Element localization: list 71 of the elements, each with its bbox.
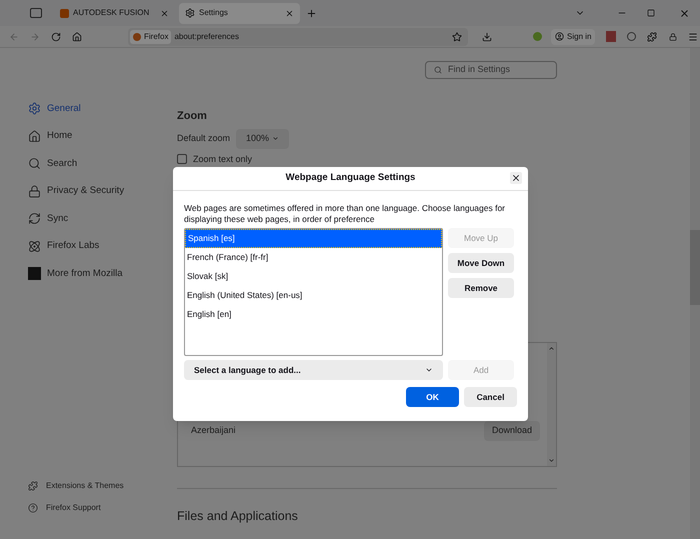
dialog-title: Webpage Language Settings — [286, 171, 416, 186]
search-icon — [434, 66, 442, 74]
browser-logo-icon — [133, 32, 141, 40]
checkbox-label: Zoom text only — [193, 152, 252, 166]
zoom-dropdown[interactable]: 100% — [236, 128, 290, 148]
tab-title: Settings — [199, 7, 229, 19]
atom-icon — [28, 240, 41, 253]
sidebar-item[interactable]: Search — [28, 150, 177, 178]
browser-tab[interactable]: AUTODESK FUSION — [54, 2, 175, 24]
language-name: Azerbaijani — [191, 424, 236, 437]
close-icon — [511, 173, 521, 183]
mozilla-logo-icon — [28, 267, 41, 280]
sync-icon — [28, 212, 41, 226]
sidebar-footer-link[interactable]: Extensions & Themes — [28, 479, 177, 493]
lock-icon[interactable] — [669, 32, 678, 40]
download-icon[interactable] — [482, 32, 492, 42]
sidebar-item[interactable]: General — [28, 95, 177, 122]
section-heading: Files and Applications — [177, 508, 299, 525]
sign-in-button[interactable]: Sign in — [551, 28, 596, 44]
url-text: about:preferences — [174, 30, 240, 42]
dialog-button[interactable]: OK — [406, 387, 459, 407]
close-icon[interactable] — [160, 8, 169, 18]
new-tab-icon[interactable] — [306, 8, 317, 18]
home-icon — [28, 130, 41, 143]
home-icon[interactable] — [72, 32, 82, 42]
browser-tab[interactable]: Settings — [179, 2, 300, 24]
language-item[interactable]: Slovak [sk] — [185, 267, 442, 286]
sidebar-item[interactable]: Sync — [28, 205, 177, 232]
language-item[interactable]: English [en] — [185, 305, 442, 324]
chevron-down-icon — [272, 135, 280, 142]
account-icon — [555, 32, 564, 41]
sidebar-item[interactable]: Privacy & Security — [28, 178, 177, 205]
puzzle-icon[interactable] — [647, 32, 658, 42]
tab-list-icon[interactable] — [30, 8, 42, 18]
search-icon — [28, 157, 41, 170]
download-button[interactable]: Download — [484, 420, 540, 440]
chevron-down-icon — [425, 366, 433, 374]
language-select[interactable]: Select a language to add... — [184, 360, 443, 380]
reload-icon[interactable] — [51, 32, 61, 42]
close-icon[interactable] — [285, 8, 294, 18]
bookmark-star-icon[interactable] — [452, 32, 462, 42]
app-logo-icon — [60, 8, 69, 18]
sidebar-item[interactable]: Home — [28, 122, 177, 150]
gear-icon — [185, 8, 195, 18]
language-item[interactable]: French (France) [fr-fr] — [185, 248, 442, 267]
scroll-up-icon[interactable] — [548, 345, 555, 352]
checkbox[interactable] — [177, 154, 187, 164]
search-field[interactable]: Find in Settings — [425, 61, 557, 79]
gear-icon — [28, 102, 41, 116]
list-action-button[interactable]: Move Down — [448, 253, 514, 273]
sidebar-item[interactable]: More from Mozilla — [28, 260, 177, 288]
scroll-down-icon[interactable] — [548, 457, 555, 464]
tab-title: AUTODESK FUSION — [73, 7, 150, 19]
puzzle-icon — [28, 481, 38, 491]
dialog-button[interactable]: Cancel — [464, 387, 517, 407]
sidebar-item[interactable]: Firefox Labs — [28, 232, 177, 260]
close-button[interactable] — [510, 172, 522, 184]
language-item[interactable]: Spanish [es] — [185, 229, 442, 248]
maximize-icon[interactable] — [647, 9, 655, 17]
field-label: Default zoom — [177, 132, 230, 145]
address-bar[interactable]: Firefox about:preferences — [128, 28, 468, 46]
close-icon[interactable] — [679, 8, 690, 18]
menu-icon[interactable] — [688, 32, 698, 42]
list-action-button[interactable]: Remove — [448, 278, 514, 298]
lock-icon — [28, 184, 41, 198]
dialog-description: Web pages are sometimes offered in more than one language. Choose languages for displaying these web pages, in order of preference — [184, 203, 506, 225]
sidebar-footer-link[interactable]: Firefox Support — [28, 501, 177, 515]
identity-badge[interactable]: Firefox — [130, 30, 172, 44]
help-icon — [28, 503, 38, 513]
section-heading: Zoom — [177, 109, 208, 124]
language-item[interactable]: English (United States) [en-us] — [185, 286, 442, 305]
